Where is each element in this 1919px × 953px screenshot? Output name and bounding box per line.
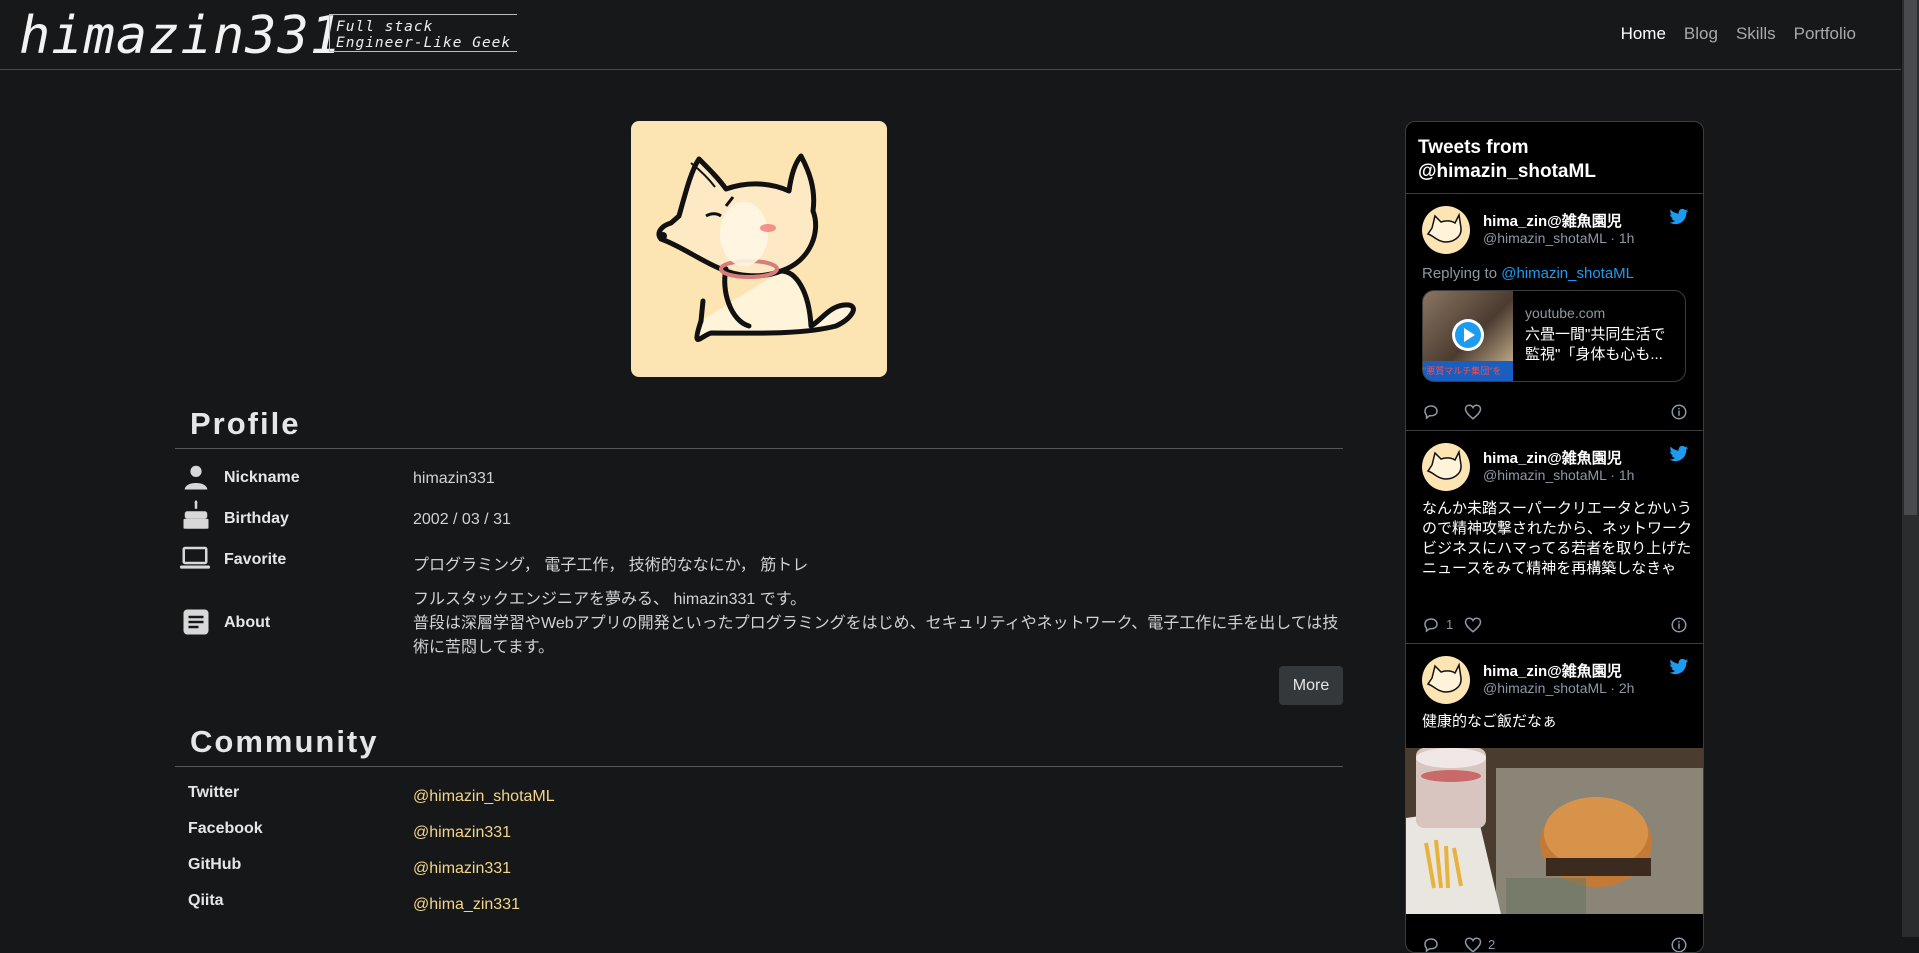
- info-icon[interactable]: [1670, 403, 1688, 421]
- replying-prefix: Replying to: [1422, 265, 1498, 282]
- community-divider: [175, 766, 1343, 767]
- card-body: youtube.com 六畳一間"共同生活で監視"「身体も心も...: [1513, 291, 1685, 381]
- reply-icon[interactable]: [1422, 616, 1440, 634]
- burger-meal-photo: [1406, 748, 1703, 914]
- birthday-label: Birthday: [224, 510, 289, 527]
- card-title: 六畳一間"共同生活で監視"「身体も心も...: [1525, 326, 1666, 363]
- birthday-value: 2002 / 03 / 31: [413, 511, 511, 528]
- twitter-link[interactable]: @himazin_shotaML: [413, 788, 555, 806]
- tweet-author-handle[interactable]: @himazin_shotaML · 1h: [1483, 230, 1634, 246]
- tweet-author-name[interactable]: hima_zin@雑魚園児: [1483, 660, 1622, 681]
- more-button[interactable]: More: [1279, 666, 1343, 705]
- twitter-widget-header[interactable]: Tweets from @himazin_shotaML: [1406, 122, 1703, 194]
- profile-heading: Profile: [190, 406, 301, 441]
- page-scrollbar[interactable]: [1902, 0, 1919, 937]
- document-icon: [183, 609, 209, 635]
- link-card[interactable]: "悪質マルチ集団"を youtube.com 六畳一間"共同生活で監視"「身体も…: [1422, 290, 1686, 382]
- profile-divider: [175, 448, 1343, 449]
- reply-icon[interactable]: [1422, 936, 1440, 953]
- qiita-label: Qiita: [188, 892, 224, 909]
- nickname-label: Nickname: [224, 469, 300, 486]
- tweet-avatar[interactable]: [1422, 206, 1470, 254]
- github-label: GitHub: [188, 856, 242, 873]
- tweet-author-handle[interactable]: @himazin_shotaML · 1h: [1483, 467, 1634, 483]
- about-label: About: [224, 614, 271, 631]
- play-icon[interactable]: [1451, 318, 1485, 352]
- nav-portfolio[interactable]: Portfolio: [1794, 24, 1856, 44]
- info-icon[interactable]: [1670, 616, 1688, 634]
- site-tagline: Full stack Engineer-Like Geek: [329, 14, 517, 52]
- tweet[interactable]: hima_zin@雑魚園児 @himazin_shotaML · 1h Repl…: [1406, 194, 1703, 431]
- main-nav: Home Blog Skills Portfolio: [1621, 24, 1856, 44]
- twitter-bird-icon[interactable]: [1669, 445, 1689, 463]
- community-heading: Community: [190, 724, 379, 759]
- profile-avatar: [631, 121, 887, 377]
- reply-icon[interactable]: [1422, 403, 1440, 421]
- avatar-dog-icon: [1426, 212, 1462, 243]
- nav-skills[interactable]: Skills: [1736, 24, 1776, 44]
- like-icon[interactable]: [1464, 616, 1482, 634]
- like-count: 2: [1488, 937, 1496, 952]
- navbar: himazin331 Full stack Engineer-Like Geek…: [0, 0, 1901, 70]
- nav-home[interactable]: Home: [1621, 24, 1666, 44]
- tweet-author-name[interactable]: hima_zin@雑魚園児: [1483, 447, 1622, 468]
- tweet-photo[interactable]: [1406, 748, 1703, 914]
- tweet-text: 健康的なご飯だなぁ: [1422, 713, 1558, 730]
- cake-icon: [183, 500, 209, 529]
- twitter-label: Twitter: [188, 784, 240, 801]
- tweet-replying: Replying to @himazin_shotaML: [1422, 264, 1692, 284]
- facebook-link[interactable]: @himazin331: [413, 824, 511, 842]
- twitter-bird-icon[interactable]: [1669, 658, 1689, 676]
- avatar-dog-icon: [1426, 449, 1462, 480]
- about-line-2: 普段は深層学習やWebアプリの開発といったプログラミングをはじめ、セキュリティや…: [413, 615, 1339, 656]
- site-logo[interactable]: himazin331: [19, 6, 342, 66]
- tweet[interactable]: hima_zin@雑魚園児 @himazin_shotaML · 2h 健康的な…: [1406, 644, 1703, 953]
- about-line-1: フルスタックエンジニアを夢みる、 himazin331 です。: [413, 591, 807, 608]
- avatar-dog-icon: [1426, 662, 1462, 693]
- reply-count: 1: [1446, 617, 1454, 632]
- tweet-author-name[interactable]: hima_zin@雑魚園児: [1483, 210, 1622, 231]
- laptop-icon: [180, 546, 210, 569]
- tweet-text: なんか未踏スーパークリエータとかいうので精神攻撃されたから、ネットワークビジネス…: [1422, 500, 1693, 577]
- about-text: フルスタックエンジニアを夢みる、 himazin331 です。 普段は深層学習や…: [413, 588, 1343, 660]
- like-icon[interactable]: [1464, 403, 1482, 421]
- tweet-avatar[interactable]: [1422, 656, 1470, 704]
- tweet[interactable]: hima_zin@雑魚園児 @himazin_shotaML · 1h なんか未…: [1406, 431, 1703, 644]
- tweet-actions: 1: [1422, 616, 1688, 634]
- nickname-value: himazin331: [413, 470, 495, 487]
- favorite-label: Favorite: [224, 551, 287, 568]
- nav-blog[interactable]: Blog: [1684, 24, 1718, 44]
- tweet-author-handle[interactable]: @himazin_shotaML · 2h: [1483, 680, 1634, 696]
- tagline-line-2: Engineer-Like Geek: [336, 35, 512, 51]
- twitter-bird-icon[interactable]: [1669, 208, 1689, 226]
- person-icon: [184, 465, 208, 490]
- info-icon[interactable]: [1670, 936, 1688, 953]
- facebook-label: Facebook: [188, 820, 263, 837]
- tweet-avatar[interactable]: [1422, 443, 1470, 491]
- favorite-value: プログラミング， 電子工作， 技術的ななにか， 筋トレ: [413, 557, 809, 574]
- twitter-timeline-widget: Tweets from @himazin_shotaML hima_zin@雑魚…: [1405, 121, 1704, 953]
- replying-to-link[interactable]: @himazin_shotaML: [1501, 265, 1634, 282]
- scrollbar-thumb[interactable]: [1904, 0, 1917, 515]
- card-domain: youtube.com: [1525, 305, 1606, 321]
- tweet-actions: 2: [1422, 936, 1688, 953]
- card-thumbnail: "悪質マルチ集団"を: [1423, 291, 1513, 381]
- card-thumb-caption: "悪質マルチ集団"を: [1423, 361, 1513, 381]
- qiita-link[interactable]: @hima_zin331: [413, 896, 520, 914]
- like-icon[interactable]: [1464, 936, 1482, 953]
- tweet-actions: [1422, 403, 1688, 421]
- github-link[interactable]: @himazin331: [413, 860, 511, 878]
- shiba-dog-illustration: [656, 153, 856, 342]
- tagline-line-1: Full stack: [336, 19, 434, 35]
